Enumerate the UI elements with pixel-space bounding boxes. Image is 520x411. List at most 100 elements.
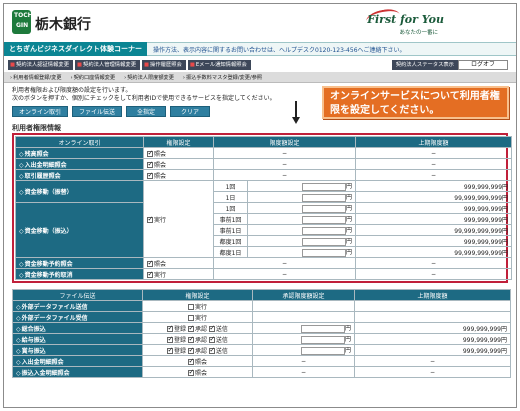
limit-cell: − [252, 366, 355, 378]
slogan-sub: あなたの一番に [399, 30, 438, 36]
table-row: 外部データファイル送信 実行 [12, 300, 511, 312]
amount-input[interactable] [300, 335, 345, 344]
max-cell: − [355, 268, 513, 280]
bank-name: 栃木銀行 [35, 17, 91, 33]
section-title: 利用者権限情報 [12, 124, 61, 132]
perm-cell: 登録 承認 送信 [142, 322, 253, 334]
main-nav: ■契約法人認証情報変更 ■契約法人管理情報変更 ■操作履歴照会 ■Eメール通知情… [4, 58, 516, 71]
row-name: 給与振込 [12, 333, 143, 345]
limit-cell: − [212, 169, 357, 181]
subnav-user-register[interactable]: 利用者情報登録/変更 [10, 74, 61, 81]
checkbox[interactable] [167, 324, 173, 332]
checkbox[interactable] [147, 171, 153, 179]
table-row: 外部データファイル受信 実行 [12, 311, 511, 323]
checkbox[interactable] [187, 304, 194, 310]
corp-status-button[interactable]: 契約法人ステータス表示 [391, 59, 458, 70]
subnav-account-change[interactable]: 契約口座情報変更 [71, 74, 116, 81]
row-name: 取引履歴照会 [15, 169, 144, 181]
perm-cell: 照会 [143, 158, 214, 170]
amount-input[interactable] [302, 182, 346, 191]
checkbox[interactable] [147, 160, 153, 168]
bullet-icon: ■ [10, 61, 16, 68]
checkbox[interactable] [187, 315, 194, 321]
checkbox[interactable] [167, 335, 173, 343]
nav-corp-auth[interactable]: ■契約法人認証情報変更 [8, 59, 73, 70]
limit-cell: 円 [252, 322, 355, 334]
bank-logo-icon: TOCHI GIN [12, 10, 35, 34]
limit-cell: − [252, 355, 355, 367]
max-cell: 999,999,999円 [355, 202, 513, 214]
subnav-limit-change[interactable]: 契約法人限度額変更 [124, 74, 174, 81]
checkbox[interactable] [208, 324, 215, 332]
nav-corp-manage[interactable]: ■契約法人管理情報変更 [75, 59, 140, 70]
page-header: TOCHI GIN 栃木銀行 First for You あなたの一番に [4, 4, 516, 42]
clear-button[interactable]: クリア [170, 106, 211, 117]
sub-nav: 利用者情報登録/変更 契約口座情報変更 契約法人限度額変更 振込手数料マスタ登録… [4, 72, 516, 83]
browser-frame: TOCHI GIN 栃木銀行 First for You あなたの一番に とちぎ… [3, 3, 517, 408]
amount-input[interactable] [302, 237, 346, 246]
max-cell: 99,999,999,999円 [355, 191, 513, 203]
limit-cell: − [212, 147, 357, 159]
service-title-bar: とちぎんビジネスダイレクト体験コーナー 操作方法、表示内容に関するお問い合わせは… [4, 42, 516, 56]
row-name: 外部データファイル送信 [12, 300, 143, 312]
amount-input[interactable] [302, 193, 346, 202]
checkbox[interactable] [147, 259, 153, 267]
limit-cell: 円 [246, 191, 357, 203]
col-header: ファイル伝送 [12, 289, 143, 301]
table-row: 資金移動（振替） 実行 1回 円 999,999,999円 [15, 180, 513, 258]
max-cell: 999,999,999円 [354, 333, 511, 345]
slogan: First for You [367, 13, 444, 26]
checkbox[interactable] [187, 335, 194, 343]
amount-input[interactable] [300, 324, 345, 333]
checkbox[interactable] [147, 270, 153, 278]
max-cell [354, 300, 511, 312]
checkbox[interactable] [187, 357, 194, 365]
nav-email-notice[interactable]: ■Eメール通知情報照会 [187, 59, 251, 70]
amount-input[interactable] [302, 248, 346, 257]
service-name: とちぎんビジネスダイレクト体験コーナー [4, 42, 147, 56]
perm-cell: 実行 [143, 268, 214, 280]
logout-button[interactable]: ログオフ [457, 59, 508, 70]
table-row: 振込入金明細照会 照会 − − [12, 366, 511, 378]
file-preset-button[interactable]: ファイル伝送 [72, 106, 123, 117]
select-all-button[interactable]: 全指定 [126, 106, 167, 117]
nav-operation-history[interactable]: ■操作履歴照会 [142, 59, 186, 70]
checkbox[interactable] [208, 335, 215, 343]
max-cell: − [355, 147, 513, 159]
checkbox[interactable] [147, 149, 153, 157]
amount-input[interactable] [302, 226, 346, 235]
limit-cell: − [212, 257, 357, 269]
online-permission-table: オンライン取引 権限設定 限度額設定 上期限度額 残高照会 照会 − − 入出金… [15, 136, 513, 280]
subnav-fee-master[interactable]: 振込手数料マスタ登録/変更/参照 [183, 74, 262, 81]
amount-input[interactable] [302, 204, 346, 213]
perm-cell: 実行 [142, 300, 253, 312]
checkbox[interactable] [187, 324, 194, 332]
row-name: 残高照会 [15, 147, 144, 159]
perm-cell: 照会 [142, 355, 253, 367]
main-content: 利用者権限および限度額の設定を行います。 次のボタンを押すか、個別にチェックをし… [4, 83, 516, 382]
checkbox[interactable] [187, 368, 194, 376]
max-cell [354, 311, 511, 323]
max-cell: 999,999,999円 [354, 322, 511, 334]
max-cell: 999,999,999円 [355, 180, 513, 192]
logo-top-text: TOCHI [14, 12, 35, 19]
amount-input[interactable] [302, 215, 346, 224]
checkbox[interactable] [167, 346, 173, 354]
amount-input[interactable] [300, 346, 345, 355]
logo-bottom-text: GIN [16, 22, 29, 29]
max-cell: 99,999,999,999円 [355, 224, 513, 236]
checkbox[interactable] [208, 346, 215, 354]
row-name: 振込入金明細照会 [12, 366, 143, 378]
sub-label: 1日 [213, 191, 248, 203]
table-row: 残高照会 照会 − − [15, 147, 513, 159]
sub-label: 事前1日 [213, 224, 248, 236]
sub-label: 事前1回 [213, 213, 248, 225]
checkbox[interactable] [147, 215, 153, 223]
row-name: 外部データファイル受信 [12, 311, 143, 323]
col-header: 上期限度額 [355, 136, 513, 148]
sub-label: 1回 [213, 180, 248, 192]
checkbox[interactable] [187, 346, 194, 354]
limit-cell: 円 [246, 213, 357, 225]
bullet-icon: ■ [144, 61, 150, 68]
online-preset-button[interactable]: オンライン取引 [12, 106, 69, 117]
